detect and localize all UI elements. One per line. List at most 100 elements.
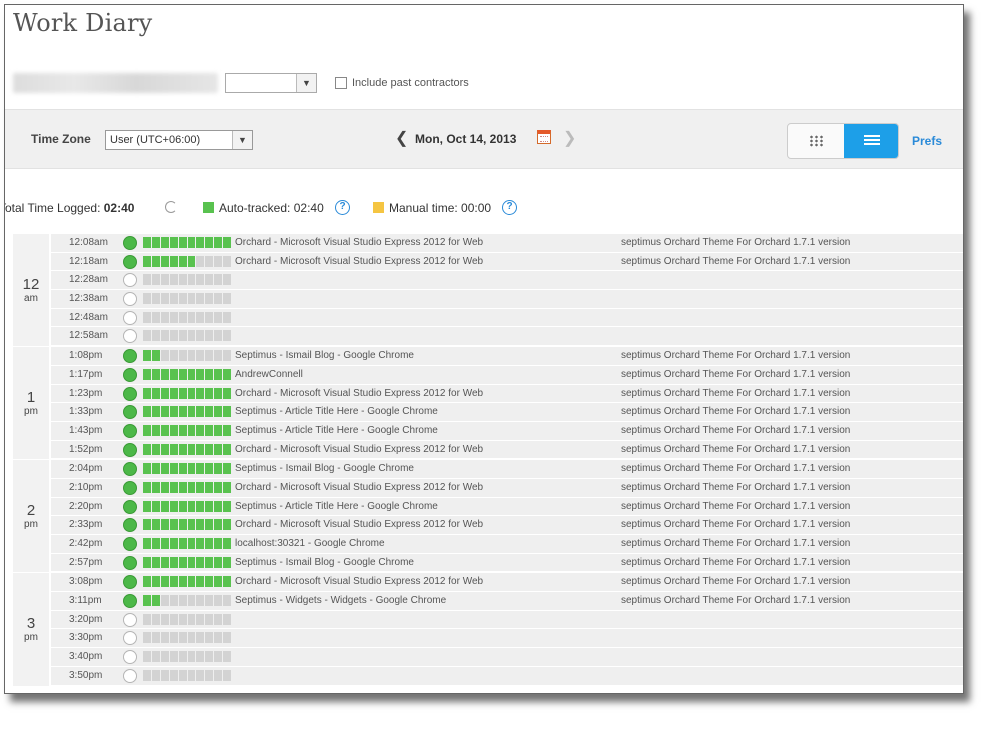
diary-slot[interactable]: 1:43pm Septimus - Article Title Here - Go…: [51, 421, 963, 441]
diary-slot[interactable]: 2:10pm Orchard - Microsoft Visual Studio …: [51, 478, 963, 498]
empty-dot-icon[interactable]: [123, 329, 137, 344]
activity-meter-segment: [143, 500, 151, 512]
activity-meter-segment: [160, 481, 169, 493]
activity-dot-icon[interactable]: [123, 480, 137, 495]
timezone-select[interactable]: User (UTC+06:00) ▼: [105, 130, 253, 150]
help-icon[interactable]: ?: [335, 200, 350, 215]
calendar-icon[interactable]: [537, 130, 551, 144]
diary-slot[interactable]: 12:48am: [51, 308, 963, 328]
slot-time: 12:28am: [69, 274, 108, 286]
activity-meter-segment: [205, 669, 214, 681]
include-past-checkbox[interactable]: [335, 77, 347, 89]
diary-slot[interactable]: 1:17pm AndrewConnell septimus Orchard Them…: [51, 365, 963, 385]
activity-meter-segment: [187, 556, 196, 568]
activity-meter: [143, 651, 232, 663]
activity-meter-segment: [205, 406, 214, 418]
help-icon[interactable]: ?: [502, 200, 517, 215]
grid-view-button[interactable]: [788, 124, 844, 158]
activity-dot-icon[interactable]: [123, 349, 137, 364]
diary-slot[interactable]: 12:18am Orchard - Microsoft Visual Studio…: [51, 252, 963, 272]
empty-dot-icon[interactable]: [123, 273, 137, 288]
diary-slot[interactable]: 1:08pm Septimus - Ismail Blog - Google Ch…: [51, 347, 963, 366]
empty-dot-icon[interactable]: [123, 631, 137, 646]
activity-meter-segment: [196, 595, 205, 607]
activity-meter-segment: [151, 443, 160, 455]
chevron-down-icon[interactable]: ▼: [232, 131, 252, 149]
activity-dot-icon[interactable]: [123, 386, 137, 401]
prefs-link[interactable]: Prefs: [912, 134, 942, 148]
work-diary-page: Work Diary ▼ Include past contractors Ti…: [4, 4, 964, 694]
activity-meter-segment: [160, 556, 169, 568]
activity-dot-icon[interactable]: [123, 405, 137, 420]
diary-slot[interactable]: 3:30pm: [51, 629, 963, 649]
activity-dot-icon[interactable]: [123, 575, 137, 590]
empty-dot-icon[interactable]: [123, 612, 137, 627]
diary-slot[interactable]: 2:04pm Septimus - Ismail Blog - Google Ch…: [51, 460, 963, 479]
empty-dot-icon[interactable]: [123, 310, 137, 325]
activity-meter-segment: [205, 274, 214, 286]
activity-meter-segment: [160, 330, 169, 342]
activity-meter-segment: [223, 350, 232, 362]
diary-slot[interactable]: 1:23pm Orchard - Microsoft Visual Studio …: [51, 384, 963, 404]
activity-meter-segment: [178, 237, 187, 248]
next-day-icon[interactable]: ❯: [563, 128, 576, 148]
activity-dot-icon[interactable]: [123, 236, 137, 250]
previous-day-icon[interactable]: ❮: [395, 128, 408, 148]
activity-meter-segment: [187, 576, 196, 588]
activity-dot-icon[interactable]: [123, 423, 137, 438]
diary-slot[interactable]: 3:08pm Orchard - Microsoft Visual Studio …: [51, 573, 963, 593]
activity-meter-segment: [223, 651, 232, 663]
list-view-button[interactable]: [844, 124, 898, 158]
diary-slot[interactable]: 2:33pm Orchard - Microsoft Visual Studio …: [51, 516, 963, 535]
diary-slot[interactable]: 2:20pm Septimus - Article Title Here - Go…: [51, 497, 963, 517]
diary-slot[interactable]: 12:28am: [51, 271, 963, 291]
diary-slot[interactable]: 3:40pm: [51, 648, 963, 667]
contractor-select[interactable]: ▼: [225, 73, 317, 93]
include-past-label: Include past contractors: [352, 77, 469, 89]
activity-meter-segment: [205, 538, 214, 549]
empty-dot-icon[interactable]: [123, 292, 137, 307]
diary-slot[interactable]: 1:52pm Orchard - Microsoft Visual Studio …: [51, 440, 963, 460]
diary-slot[interactable]: 12:58am: [51, 327, 963, 347]
diary-slot[interactable]: 3:50pm: [51, 666, 963, 686]
hour-label: 3 pm: [13, 573, 49, 686]
empty-dot-icon[interactable]: [123, 650, 137, 665]
activity-meter-segment: [205, 424, 214, 436]
chevron-down-icon[interactable]: ▼: [296, 74, 316, 92]
diary-slot[interactable]: 2:57pm Septimus - Ismail Blog - Google Ch…: [51, 553, 963, 573]
diary-slot[interactable]: 12:08am Orchard - Microsoft Visual Studio…: [51, 234, 963, 253]
diary-slot[interactable]: 3:11pm Septimus - Widgets - Widgets - Goo…: [51, 592, 963, 611]
activity-meter-segment: [214, 293, 223, 305]
activity-meter-segment: [214, 255, 223, 267]
activity-meter-segment: [143, 368, 151, 380]
slot-task: septimus Orchard Theme For Orchard 1.7.1…: [621, 237, 851, 248]
activity-dot-icon[interactable]: [123, 462, 137, 477]
activity-meter-segment: [205, 255, 214, 267]
diary-slot[interactable]: 12:38am: [51, 290, 963, 309]
activity-meter-segment: [178, 519, 187, 531]
activity-dot-icon[interactable]: [123, 518, 137, 533]
refresh-icon[interactable]: [165, 201, 177, 213]
activity-dot-icon[interactable]: [123, 499, 137, 514]
activity-dot-icon[interactable]: [123, 254, 137, 269]
activity-meter-segment: [169, 350, 178, 362]
activity-dot-icon[interactable]: [123, 367, 137, 382]
contractor-name-blurred[interactable]: [13, 73, 218, 93]
activity-meter-segment: [196, 519, 205, 531]
activity-meter-segment: [187, 500, 196, 512]
activity-meter-segment: [214, 368, 223, 380]
diary-slot[interactable]: 3:20pm: [51, 610, 963, 630]
view-toggle: [787, 123, 899, 159]
activity-dot-icon[interactable]: [123, 442, 137, 457]
empty-dot-icon[interactable]: [123, 668, 137, 683]
activity-dot-icon[interactable]: [123, 555, 137, 570]
activity-dot-icon[interactable]: [123, 537, 137, 551]
activity-meter-segment: [214, 613, 223, 625]
activity-dot-icon[interactable]: [123, 594, 137, 609]
diary-slot[interactable]: 1:33pm Septimus - Article Title Here - Go…: [51, 403, 963, 422]
diary-slot[interactable]: 2:42pm localhost:30321 - Google Chrome sep…: [51, 535, 963, 554]
activity-meter-segment: [223, 293, 232, 305]
activity-meter: [143, 368, 232, 380]
activity-meter-segment: [223, 330, 232, 342]
slot-window-title: AndrewConnell: [235, 368, 303, 380]
